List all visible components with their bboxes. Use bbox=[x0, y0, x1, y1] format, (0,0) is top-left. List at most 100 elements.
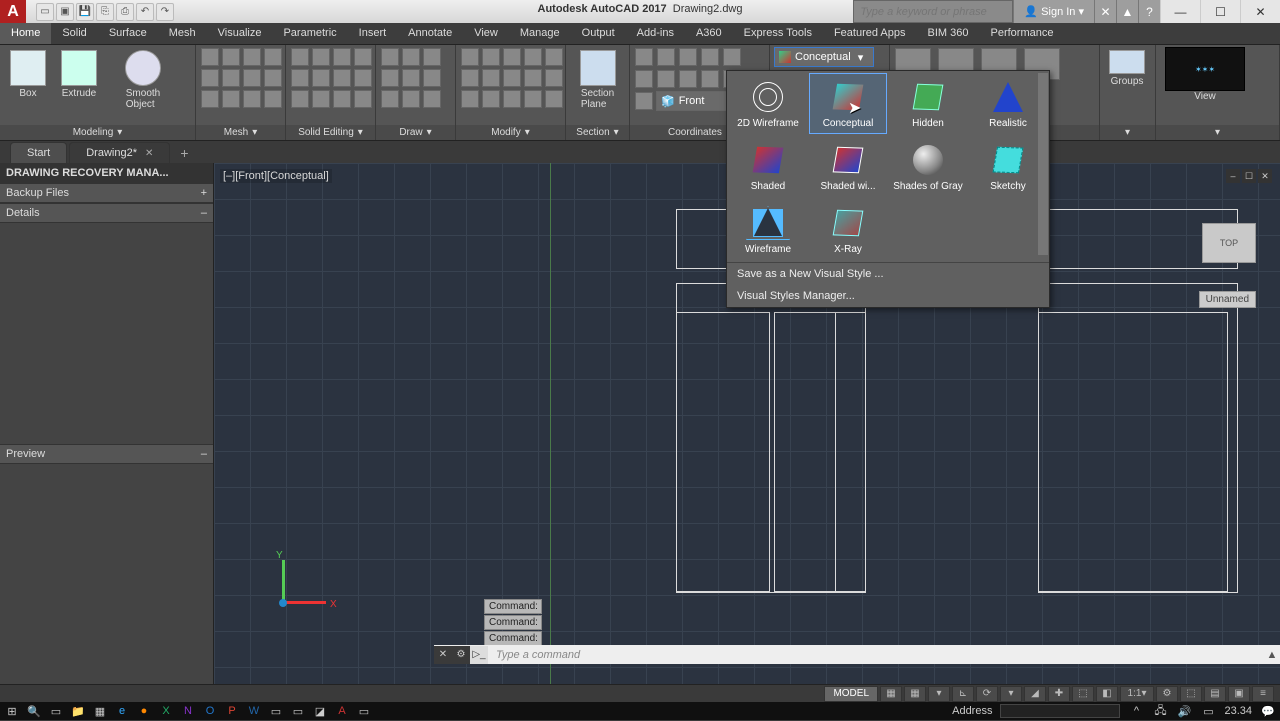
status-ortho-icon[interactable]: ⊾ bbox=[952, 686, 974, 702]
plus-icon[interactable]: + bbox=[201, 187, 207, 199]
status-gear-icon[interactable]: ⚙ bbox=[1156, 686, 1178, 702]
tab-home[interactable]: Home bbox=[0, 23, 51, 44]
cmd-scroll-icon[interactable]: ▲ bbox=[1264, 649, 1280, 661]
vs-sketchy[interactable]: Sketchy bbox=[969, 136, 1047, 197]
visual-style-dropdown[interactable]: Conceptual ▾ bbox=[774, 47, 874, 67]
tab-surface[interactable]: Surface bbox=[98, 23, 158, 44]
app-icon4[interactable]: ◪ bbox=[312, 703, 328, 719]
status-max-icon[interactable]: ▣ bbox=[1228, 686, 1250, 702]
taskview-icon[interactable]: ▭ bbox=[48, 703, 64, 719]
firefox-icon[interactable]: ● bbox=[136, 703, 152, 719]
status-grid-icon[interactable]: ▦ bbox=[880, 686, 902, 702]
tab-solid[interactable]: Solid bbox=[51, 23, 97, 44]
excel-icon[interactable]: X bbox=[158, 703, 174, 719]
vs-save-new[interactable]: Save as a New Visual Style ... bbox=[727, 263, 1049, 285]
status-icon2[interactable]: ✚ bbox=[1048, 686, 1070, 702]
onenote-icon[interactable]: N bbox=[180, 703, 196, 719]
view-unnamed-button[interactable]: Unnamed bbox=[1199, 291, 1256, 308]
vs-manager[interactable]: Visual Styles Manager... bbox=[727, 285, 1049, 307]
status-menu-icon[interactable]: ≡ bbox=[1252, 686, 1274, 702]
status-scale[interactable]: 1:1▾ bbox=[1120, 686, 1154, 702]
tray-lang-icon[interactable]: ▭ bbox=[1200, 703, 1216, 719]
ucs-icon[interactable]: XY bbox=[258, 560, 312, 614]
viewcube[interactable]: TOP bbox=[1202, 223, 1256, 263]
tab-view[interactable]: View bbox=[463, 23, 509, 44]
qat-open-icon[interactable]: ▣ bbox=[56, 3, 74, 21]
powerpoint-icon[interactable]: P bbox=[224, 703, 240, 719]
qat-saveas-icon[interactable]: ⎘ bbox=[96, 3, 114, 21]
status-dropdown-icon[interactable]: ▾ bbox=[928, 686, 950, 702]
new-tab-button[interactable]: + bbox=[172, 143, 192, 163]
start-icon[interactable]: ⊞ bbox=[4, 703, 20, 719]
tab-addins[interactable]: Add-ins bbox=[626, 23, 685, 44]
address-input[interactable] bbox=[1000, 704, 1120, 718]
app-icon5[interactable]: ▭ bbox=[356, 703, 372, 719]
edge-icon[interactable]: e bbox=[114, 703, 130, 719]
backup-files-section[interactable]: Backup Files+ bbox=[0, 183, 213, 203]
file-tab-start[interactable]: Start bbox=[10, 142, 67, 163]
autocad-icon[interactable]: A bbox=[334, 703, 350, 719]
ucs-front-select[interactable]: 🧊 Front bbox=[656, 91, 732, 111]
command-line[interactable]: ✕ ⚙ ▷_ Type a command ▲ bbox=[434, 645, 1280, 664]
a360-icon[interactable]: ▲ bbox=[1116, 0, 1138, 23]
panel-title-groups[interactable]: ▾ bbox=[1100, 125, 1155, 140]
tab-visualize[interactable]: Visualize bbox=[207, 23, 273, 44]
panel-title-section[interactable]: Section ▾ bbox=[566, 125, 629, 140]
tab-insert[interactable]: Insert bbox=[348, 23, 398, 44]
qat-new-icon[interactable]: ▭ bbox=[36, 3, 54, 21]
box-button[interactable]: Box bbox=[4, 47, 52, 99]
status-model[interactable]: MODEL bbox=[824, 686, 878, 702]
qat-save-icon[interactable]: 💾 bbox=[76, 3, 94, 21]
sign-in-button[interactable]: 👤 Sign In ▾ bbox=[1013, 0, 1094, 23]
explorer-icon[interactable]: 📁 bbox=[70, 703, 86, 719]
app-icon2[interactable]: ▭ bbox=[268, 703, 284, 719]
section-plane-button[interactable]: Section Plane bbox=[570, 47, 625, 110]
details-section[interactable]: Details– bbox=[0, 203, 213, 223]
tab-featured[interactable]: Featured Apps bbox=[823, 23, 917, 44]
help-search-input[interactable] bbox=[853, 0, 1013, 23]
preview-section[interactable]: Preview– bbox=[0, 444, 213, 464]
vs-wireframe[interactable]: Wireframe bbox=[729, 199, 807, 260]
close-tab-icon[interactable]: ✕ bbox=[145, 148, 153, 159]
exchange-icon[interactable]: ✕ bbox=[1094, 0, 1116, 23]
minus-icon[interactable]: – bbox=[201, 207, 207, 219]
popup-scrollbar[interactable] bbox=[1038, 73, 1048, 255]
panel-title-view[interactable]: ▾ bbox=[1156, 125, 1279, 140]
status-iso-icon[interactable]: ◢ bbox=[1024, 686, 1046, 702]
command-input[interactable]: Type a command bbox=[488, 649, 580, 661]
vs-hidden[interactable]: Hidden bbox=[889, 73, 967, 134]
maximize-button[interactable]: ☐ bbox=[1200, 0, 1240, 23]
tab-parametric[interactable]: Parametric bbox=[272, 23, 347, 44]
panel-title-mesh[interactable]: Mesh ▾ bbox=[196, 125, 285, 140]
help-icon[interactable]: ? bbox=[1138, 0, 1160, 23]
status-cycle-icon[interactable]: ⟳ bbox=[976, 686, 998, 702]
tab-express[interactable]: Express Tools bbox=[733, 23, 823, 44]
outlook-icon[interactable]: O bbox=[202, 703, 218, 719]
tray-clock[interactable]: 23.34 bbox=[1224, 705, 1252, 717]
tray-chevron-icon[interactable]: ^ bbox=[1128, 703, 1144, 719]
qat-plot-icon[interactable]: ⎙ bbox=[116, 3, 134, 21]
vs-realistic[interactable]: Realistic bbox=[969, 73, 1047, 134]
status-icon[interactable]: ▾ bbox=[1000, 686, 1022, 702]
tray-network-icon[interactable]: 🖧 bbox=[1152, 703, 1168, 719]
tray-notif-icon[interactable]: 💬 bbox=[1260, 703, 1276, 719]
extrude-button[interactable]: Extrude bbox=[55, 47, 103, 99]
panel-title-modify[interactable]: Modify ▾ bbox=[456, 125, 565, 140]
status-icon4[interactable]: ◧ bbox=[1096, 686, 1118, 702]
tab-a360[interactable]: A360 bbox=[685, 23, 733, 44]
word-icon[interactable]: W bbox=[246, 703, 262, 719]
app-logo[interactable]: A bbox=[0, 0, 26, 23]
panel-title-modeling[interactable]: Modeling ▾ bbox=[0, 125, 195, 140]
app-icon[interactable]: ▦ bbox=[92, 703, 108, 719]
search-icon[interactable]: 🔍 bbox=[26, 703, 42, 719]
qat-redo-icon[interactable]: ↷ bbox=[156, 3, 174, 21]
tab-bim360[interactable]: BIM 360 bbox=[917, 23, 980, 44]
cmd-customize-icon[interactable]: ⚙ bbox=[452, 646, 470, 664]
tab-annotate[interactable]: Annotate bbox=[397, 23, 463, 44]
minus-icon[interactable]: – bbox=[201, 448, 207, 460]
status-icon3[interactable]: ⬚ bbox=[1072, 686, 1094, 702]
status-snap-icon[interactable]: ▦ bbox=[904, 686, 926, 702]
smooth-object-button[interactable]: Smooth Object bbox=[115, 47, 171, 110]
app-icon3[interactable]: ▭ bbox=[290, 703, 306, 719]
close-button[interactable]: ✕ bbox=[1240, 0, 1280, 23]
